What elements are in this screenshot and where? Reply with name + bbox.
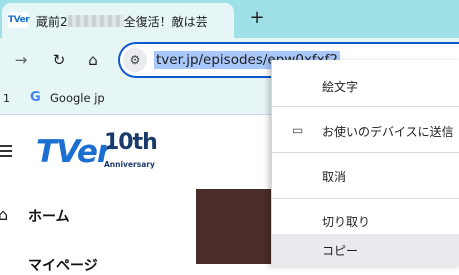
devices-icon: ▭ (292, 123, 304, 137)
menu-item-label: お使いのデバイスに送信 (322, 125, 454, 139)
home-icon[interactable]: ⌂ (82, 49, 104, 71)
reload-icon[interactable]: ↻ (48, 49, 70, 71)
menu-divider (272, 198, 459, 199)
anniversary-label: Anniversary (104, 160, 155, 169)
new-tab-icon[interactable]: + (246, 6, 268, 30)
anniversary-logo: 10th Anniversary (104, 130, 158, 169)
tver-favicon-icon: TVer (8, 12, 30, 28)
bookmark-label: Google jp (50, 91, 105, 105)
menu-item-send-to-device[interactable]: ▭ お使いのデバイスに送信 (272, 115, 459, 147)
menu-item-label: 絵文字 (322, 80, 359, 94)
menu-item-label: 取消 (322, 170, 347, 184)
tab-title-end: 全復活！敵は芸 (123, 15, 208, 29)
menu-item-cut[interactable]: 切り取り (272, 205, 459, 237)
tab-title: 蔵前2 全復活！敵は芸 (36, 13, 228, 29)
anniversary-number: 10th (104, 130, 158, 155)
menu-item-label: 切り取り (322, 215, 371, 229)
sidebar-item-label: マイページ (28, 258, 98, 274)
menu-item-label: コピー (322, 244, 359, 258)
forward-icon[interactable]: → (10, 49, 32, 71)
menu-divider (272, 106, 459, 107)
bookmark-partial[interactable]: 1 (3, 92, 10, 105)
context-menu: 絵文字 ▭ お使いのデバイスに送信 取消 切り取り コピー (271, 60, 459, 266)
tab-strip: TVer 蔵前2 全復活！敵は芸 + (0, 0, 459, 38)
tver-logo[interactable]: TVer (36, 134, 112, 170)
site-info-icon[interactable]: ⚙ (123, 48, 147, 72)
menu-divider (272, 152, 459, 153)
menu-item-emoji[interactable]: 絵文字 (272, 70, 459, 102)
content-thumbnail[interactable] (196, 189, 276, 264)
tab-title-start: 蔵前2 (36, 15, 68, 29)
menu-item-undo[interactable]: 取消 (272, 160, 459, 192)
redacted-text (67, 15, 124, 27)
sidebar-item-label: ホーム (28, 209, 70, 225)
google-icon: G (30, 90, 41, 105)
active-tab[interactable]: TVer 蔵前2 全復活！敵は芸 (2, 3, 234, 38)
house-icon: ⌂ (0, 205, 9, 224)
hamburger-icon[interactable] (0, 145, 12, 157)
menu-item-copy[interactable]: コピー (272, 234, 459, 266)
